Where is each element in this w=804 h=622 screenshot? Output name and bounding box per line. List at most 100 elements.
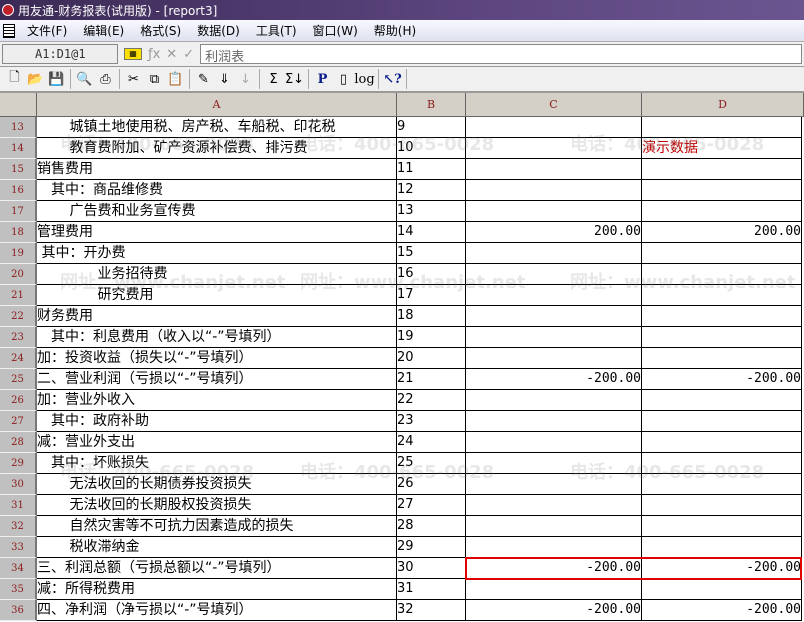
cell-c[interactable]	[466, 306, 642, 327]
cell-d[interactable]	[642, 243, 802, 264]
cut-icon[interactable]: ✂	[123, 69, 144, 90]
cell-c[interactable]	[466, 432, 642, 453]
cell-b[interactable]: 20	[397, 348, 466, 369]
cell-d[interactable]	[642, 516, 802, 537]
cell-d[interactable]	[642, 201, 802, 222]
cell-b[interactable]: 15	[397, 243, 466, 264]
cell-c[interactable]: 200.00	[466, 222, 642, 243]
cell-d[interactable]	[642, 327, 802, 348]
fill-down-icon[interactable]: ⇓	[214, 69, 235, 90]
cell-d[interactable]	[642, 474, 802, 495]
row-header[interactable]: 35	[0, 579, 37, 600]
cell-a[interactable]: 加：投资收益（损失以“-”号填列）	[37, 348, 397, 369]
cell-d[interactable]	[642, 453, 802, 474]
cell-b[interactable]: 28	[397, 516, 466, 537]
select-all-corner[interactable]	[0, 93, 37, 117]
cell-c[interactable]	[466, 159, 642, 180]
cell-a[interactable]: 其中：开办费	[37, 243, 397, 264]
cell-a[interactable]: 教育费附加、矿产资源补偿费、排污费	[37, 138, 397, 159]
cell-c[interactable]	[466, 348, 642, 369]
row-header[interactable]: 22	[0, 306, 37, 327]
cell-a[interactable]: 税收滞纳金	[37, 537, 397, 558]
cell-b[interactable]: 11	[397, 159, 466, 180]
cell-b[interactable]: 31	[397, 579, 466, 600]
cell-b[interactable]: 9	[397, 117, 466, 138]
menu-format[interactable]: 格式(S)	[132, 22, 189, 39]
row-header[interactable]: 17	[0, 201, 37, 222]
cell-d[interactable]	[642, 159, 802, 180]
row-header[interactable]: 32	[0, 516, 37, 537]
column-header-d[interactable]: D	[642, 93, 804, 117]
cell-c[interactable]: -200.00	[466, 369, 642, 390]
column-header-c[interactable]: C	[466, 93, 642, 117]
cancel-icon[interactable]: ✕	[166, 47, 177, 62]
row-header[interactable]: 26	[0, 390, 37, 411]
cell-d[interactable]: -200.00	[642, 600, 802, 621]
row-header[interactable]: 14	[0, 138, 37, 159]
cell-a[interactable]: 其中：商品维修费	[37, 180, 397, 201]
cell-a[interactable]: 无法收回的长期债券投资损失	[37, 474, 397, 495]
menu-data[interactable]: 数据(D)	[189, 22, 248, 39]
keyboard-icon[interactable]: ▦	[124, 48, 142, 60]
cell-d[interactable]	[642, 390, 802, 411]
cell-b[interactable]: 18	[397, 306, 466, 327]
cell-a[interactable]: 减：所得税费用	[37, 579, 397, 600]
cell-a[interactable]: 加：营业外收入	[37, 390, 397, 411]
cell-c[interactable]	[466, 474, 642, 495]
open-icon[interactable]: 📂	[25, 69, 46, 90]
cell-b[interactable]: 23	[397, 411, 466, 432]
row-header[interactable]: 33	[0, 537, 37, 558]
cell-b[interactable]: 17	[397, 285, 466, 306]
row-header[interactable]: 28	[0, 432, 37, 453]
cell-a[interactable]: 三、利润总额（亏损总额以“-”号填列）	[37, 558, 397, 579]
page-icon[interactable]: ▯	[333, 69, 354, 90]
cell-a[interactable]: 四、净利润（净亏损以“-”号填列）	[37, 600, 397, 621]
row-header[interactable]: 19	[0, 243, 37, 264]
sum-down-icon[interactable]: Σ↓	[284, 69, 305, 90]
cell-c[interactable]	[466, 264, 642, 285]
cell-b[interactable]: 12	[397, 180, 466, 201]
cell-a[interactable]: 管理费用	[37, 222, 397, 243]
new-icon[interactable]: 🗋	[4, 69, 25, 90]
row-header[interactable]: 24	[0, 348, 37, 369]
cell-a[interactable]: 财务费用	[37, 306, 397, 327]
cell-a[interactable]: 其中：政府补助	[37, 411, 397, 432]
cell-c[interactable]	[466, 537, 642, 558]
confirm-icon[interactable]: ✓	[183, 47, 194, 62]
cell-c[interactable]	[466, 327, 642, 348]
cell-c[interactable]	[466, 201, 642, 222]
row-header[interactable]: 36	[0, 600, 37, 621]
row-header[interactable]: 20	[0, 264, 37, 285]
cell-d[interactable]	[642, 180, 802, 201]
cell-d[interactable]	[642, 306, 802, 327]
save-icon[interactable]: 💾	[46, 69, 67, 90]
sort-icon[interactable]: ↓	[235, 69, 256, 90]
p-icon[interactable]: P	[312, 69, 333, 90]
cell-b[interactable]: 24	[397, 432, 466, 453]
cell-d[interactable]	[642, 495, 802, 516]
cell-b[interactable]: 30	[397, 558, 466, 579]
row-header[interactable]: 30	[0, 474, 37, 495]
cell-a[interactable]: 研究费用	[37, 285, 397, 306]
cell-c[interactable]: -200.00	[466, 558, 642, 579]
menu-tools[interactable]: 工具(T)	[248, 22, 305, 39]
cell-b[interactable]: 22	[397, 390, 466, 411]
cell-a[interactable]: 业务招待费	[37, 264, 397, 285]
document-icon[interactable]	[3, 23, 15, 38]
function-icon[interactable]: ƒx	[148, 47, 160, 62]
cell-a[interactable]: 无法收回的长期股权投资损失	[37, 495, 397, 516]
row-header[interactable]: 27	[0, 411, 37, 432]
cell-c[interactable]	[466, 516, 642, 537]
paste-icon[interactable]: 📋	[165, 69, 186, 90]
cell-d[interactable]	[642, 579, 802, 600]
menu-window[interactable]: 窗口(W)	[305, 22, 366, 39]
cell-b[interactable]: 13	[397, 201, 466, 222]
cell-c[interactable]	[466, 117, 642, 138]
cell-c[interactable]	[466, 453, 642, 474]
column-header-b[interactable]: B	[397, 93, 466, 117]
column-header-a[interactable]: A	[37, 93, 397, 117]
cell-d[interactable]: -200.00	[642, 369, 802, 390]
log-icon[interactable]: log	[354, 69, 375, 90]
format-painter-icon[interactable]: ✎	[193, 69, 214, 90]
cell-c[interactable]	[466, 495, 642, 516]
